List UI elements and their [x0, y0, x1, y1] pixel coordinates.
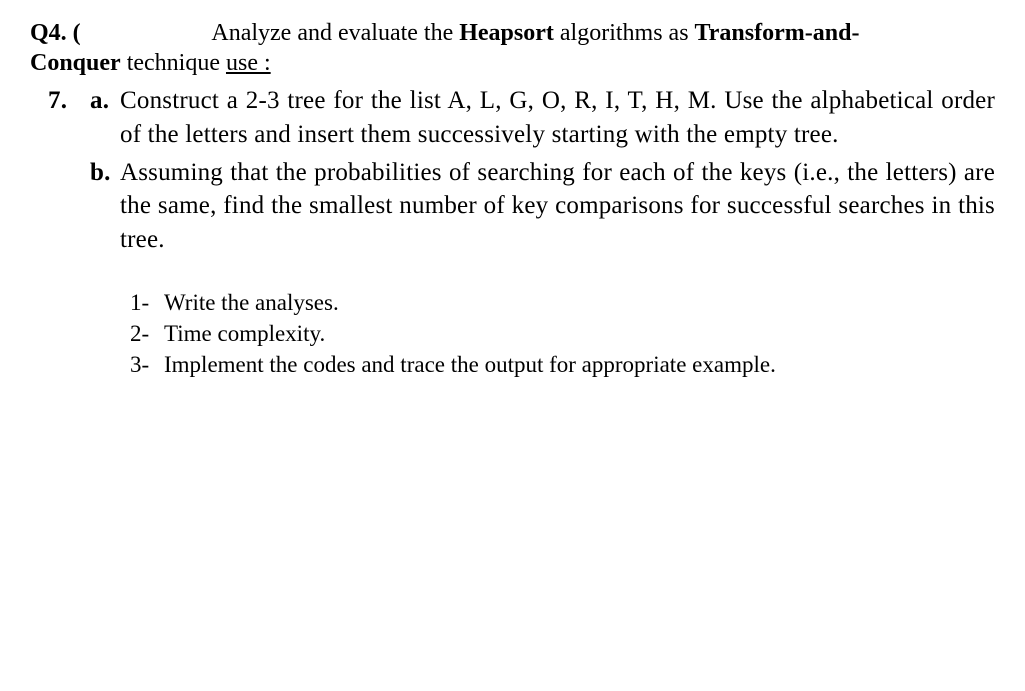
heading-leadin: Analyze and evaluate the [211, 20, 459, 46]
question-heading: Q4. ( Analyze and evaluate the Heapsort … [30, 18, 995, 78]
task-list: 1- Write the analyses. 2- Time complexit… [130, 287, 995, 380]
subquestion-b: . b. Assuming that the probabilities of … [48, 156, 995, 257]
heading-tech-a: Transform-and- [695, 20, 860, 46]
task-text: Time complexity. [164, 318, 995, 349]
task-text: Implement the codes and trace the output… [164, 349, 995, 380]
heading-tech-b: Conquer [30, 50, 121, 76]
heading-tail-a: technique [121, 50, 226, 76]
task-number: 2- [130, 318, 164, 349]
subquestion-block: 7. a. Construct a 2-3 tree for the list … [48, 84, 995, 257]
subquestion-b-label: b. [90, 156, 120, 190]
heading-mid: algorithms as [554, 20, 695, 46]
question-number: Q4. ( [30, 20, 81, 46]
subquestion-a-label: a. [90, 84, 120, 118]
task-item: 2- Time complexity. [130, 318, 995, 349]
task-text: Write the analyses. [164, 287, 995, 318]
heading-tail-u: use : [226, 50, 271, 76]
task-number: 3- [130, 349, 164, 380]
task-number: 1- [130, 287, 164, 318]
page: Q4. ( Analyze and evaluate the Heapsort … [0, 0, 1025, 410]
task-item: 1- Write the analyses. [130, 287, 995, 318]
heading-algoname: Heapsort [459, 20, 554, 46]
subquestion-b-text: Assuming that the probabilities of searc… [120, 156, 995, 257]
subquestion-a: 7. a. Construct a 2-3 tree for the list … [48, 84, 995, 152]
subquestion-number: 7. [48, 84, 90, 118]
task-item: 3- Implement the codes and trace the out… [130, 349, 995, 380]
subquestion-a-text: Construct a 2-3 tree for the list A, L, … [120, 84, 995, 152]
